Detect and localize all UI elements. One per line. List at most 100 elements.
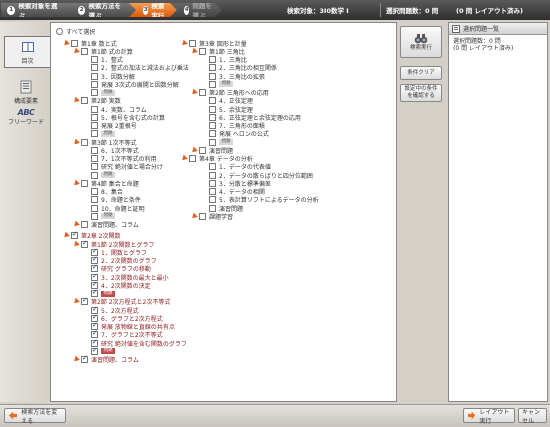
- cancel-button[interactable]: キャンセル: [518, 408, 547, 425]
- checkbox[interactable]: [209, 105, 216, 113]
- confirm-conditions-button[interactable]: 設定中の条件 を確認する: [400, 84, 442, 102]
- tree-leaf-item[interactable]: 発展 2重根号: [83, 122, 137, 130]
- expand-triangle-icon[interactable]: [72, 96, 80, 105]
- checkbox[interactable]: [91, 171, 98, 179]
- expand-triangle-icon[interactable]: [62, 39, 70, 47]
- search-run-button[interactable]: 検索実行: [400, 26, 442, 58]
- tree-leaf-item[interactable]: 3．三角比の拡張: [201, 72, 265, 81]
- checkbox[interactable]: [209, 196, 216, 204]
- select-all[interactable]: すべて選択: [56, 27, 95, 36]
- expand-triangle-icon[interactable]: [190, 212, 198, 221]
- tree-leaf-item[interactable]: 研究 絶対値と場合分け: [83, 163, 163, 171]
- tree-leaf-item[interactable]: 研究 絶対値を含む関数のグラフ: [83, 338, 187, 348]
- checkbox[interactable]: [91, 204, 98, 212]
- tree-leaf-item[interactable]: 10．命題と証明: [83, 204, 145, 213]
- checkbox[interactable]: [81, 97, 88, 105]
- checkbox[interactable]: [91, 188, 98, 195]
- step-1-tab[interactable]: 1 検索対象を選ぶ: [1, 3, 71, 17]
- arrow-left-icon: [9, 411, 18, 420]
- checkbox[interactable]: [91, 196, 98, 204]
- tree-section[interactable]: 演習問題、コラム: [72, 354, 139, 364]
- checkbox[interactable]: [199, 47, 206, 55]
- checkbox[interactable]: [91, 163, 98, 171]
- expand-triangle-icon[interactable]: [72, 355, 80, 364]
- expand-triangle-icon[interactable]: [72, 220, 80, 229]
- checkbox[interactable]: [209, 204, 216, 212]
- expand-triangle-icon[interactable]: [62, 231, 70, 240]
- checkbox[interactable]: [91, 89, 98, 96]
- change-method-button[interactable]: 検索方法を変える: [4, 408, 66, 425]
- checkbox[interactable]: [91, 56, 98, 63]
- expand-triangle-icon[interactable]: [180, 39, 188, 47]
- expand-triangle-icon[interactable]: [72, 47, 80, 56]
- checkbox[interactable]: [91, 72, 98, 80]
- checkbox[interactable]: [91, 113, 98, 121]
- checkbox[interactable]: [209, 64, 216, 72]
- checkbox[interactable]: [91, 346, 98, 355]
- expand-triangle-icon[interactable]: [72, 240, 80, 248]
- nav-toc[interactable]: 目次: [4, 36, 50, 68]
- checkbox[interactable]: [81, 47, 88, 55]
- checkbox[interactable]: [81, 354, 88, 363]
- layout-run-label: レイアウト実行: [479, 408, 510, 425]
- layout-run-button[interactable]: レイアウト実行: [463, 408, 515, 425]
- checkbox[interactable]: [91, 212, 98, 220]
- checkbox[interactable]: [209, 97, 216, 105]
- checkbox[interactable]: [91, 122, 98, 129]
- checkbox[interactable]: [91, 130, 98, 138]
- select-all-radio[interactable]: [56, 27, 63, 35]
- confirm-label-1: 設定中の条件: [404, 86, 438, 92]
- checkbox[interactable]: [209, 163, 216, 171]
- checkbox[interactable]: [209, 122, 216, 129]
- checkbox[interactable]: [81, 239, 88, 248]
- checkbox[interactable]: [209, 80, 216, 88]
- tree-leaf-item[interactable]: 発展 3次式の展開と因数分解: [83, 80, 179, 89]
- checkbox[interactable]: [209, 130, 216, 138]
- checkbox[interactable]: [91, 80, 98, 88]
- expand-triangle-icon[interactable]: [190, 146, 198, 155]
- checkbox[interactable]: [81, 296, 88, 306]
- tree-item-label: 発展 2重根号: [101, 123, 137, 130]
- expand-triangle-icon[interactable]: [72, 179, 80, 188]
- checkbox[interactable]: [199, 212, 206, 220]
- question-tag: 問題: [101, 130, 115, 137]
- checkbox[interactable]: [209, 188, 216, 195]
- expand-triangle-icon[interactable]: [180, 154, 188, 163]
- checkbox[interactable]: [71, 39, 78, 47]
- tree-leaf-item[interactable]: 発展 ヘロンの公式: [201, 130, 269, 138]
- clear-conditions-button[interactable]: 条件クリア: [400, 66, 442, 80]
- checkbox[interactable]: [209, 72, 216, 80]
- checkbox[interactable]: [199, 146, 206, 154]
- checkbox[interactable]: [91, 64, 98, 72]
- selected-list-title: 選択問題一覧: [463, 26, 500, 33]
- checkbox[interactable]: [189, 39, 196, 47]
- step-3-tab[interactable]: 3 検索実行: [129, 3, 177, 17]
- checkbox[interactable]: [71, 230, 78, 240]
- expand-triangle-icon[interactable]: [190, 47, 198, 56]
- tree-leaf-item[interactable]: 2．整式の加法と減法および乗法: [83, 64, 189, 72]
- checkbox[interactable]: [189, 155, 196, 162]
- checkbox[interactable]: [81, 138, 88, 146]
- checkbox[interactable]: [91, 146, 98, 154]
- checkbox[interactable]: [209, 171, 216, 179]
- checkbox[interactable]: [209, 113, 216, 121]
- nav-elements[interactable]: 構成要素: [5, 80, 47, 105]
- tree-section[interactable]: 課題学習: [190, 212, 233, 221]
- step-2-tab[interactable]: 2 検索方法を選ぶ: [64, 3, 136, 17]
- checkbox[interactable]: [91, 288, 98, 297]
- checkbox[interactable]: [209, 179, 216, 187]
- checkbox[interactable]: [81, 221, 88, 228]
- checkbox[interactable]: [81, 179, 88, 187]
- checkbox[interactable]: [209, 56, 216, 63]
- nav-freeword[interactable]: ABC フリーワード: [5, 108, 47, 126]
- expand-triangle-icon[interactable]: [190, 88, 198, 97]
- expand-triangle-icon[interactable]: [72, 297, 80, 306]
- checkbox[interactable]: [209, 138, 216, 146]
- checkbox[interactable]: [91, 105, 98, 113]
- expand-triangle-icon[interactable]: [72, 138, 80, 146]
- checkbox[interactable]: [91, 155, 98, 162]
- checkbox[interactable]: [199, 89, 206, 96]
- binoculars-icon: [414, 33, 428, 43]
- tree-section[interactable]: 演習問題、コラム: [72, 220, 139, 229]
- step-number: 1: [7, 6, 15, 15]
